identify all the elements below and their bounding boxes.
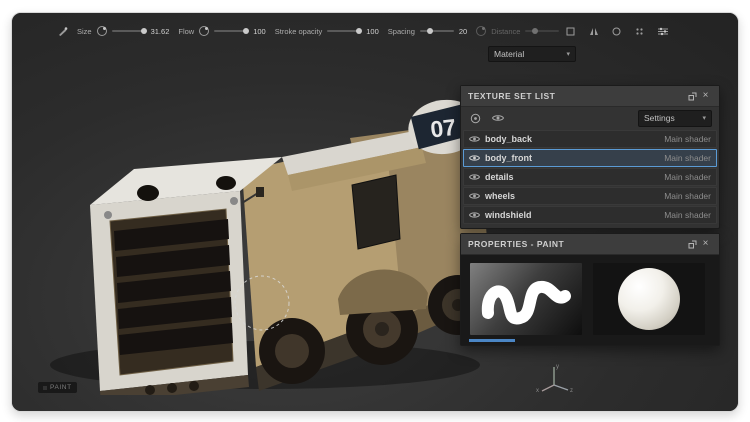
spacing-value[interactable]: 20: [459, 27, 467, 36]
headlight: [230, 197, 238, 205]
eye-icon[interactable]: [469, 187, 480, 205]
texture-set-rows: body_back Main shader body_front Main sh…: [461, 130, 719, 228]
close-panel-icon[interactable]: ×: [699, 238, 712, 251]
flow-label: Flow: [178, 27, 194, 36]
texture-set-toolbar: Settings ▾: [461, 107, 719, 129]
truck-model[interactable]: 07: [30, 43, 500, 395]
distance-field[interactable]: Distance: [476, 26, 564, 36]
distance-slider[interactable]: [525, 30, 559, 32]
axis-gizmo: y x z: [532, 359, 576, 393]
texture-set-name: wheels: [485, 191, 659, 201]
status-label: PAINT: [50, 384, 72, 391]
brush-toolbar: Size 31.62 Flow 100 Stroke opacity 100 S…: [58, 21, 564, 41]
properties-paint-panel: PROPERTIES - PAINT ×: [460, 233, 720, 346]
texture-set-name: details: [485, 172, 659, 182]
spacing-field[interactable]: Spacing 20: [388, 27, 467, 36]
headlight: [104, 211, 112, 219]
settings-label: Settings: [644, 113, 675, 123]
panel-title: PROPERTIES - PAINT: [468, 239, 686, 249]
axis-label-y: y: [556, 364, 559, 370]
spacing-label: Spacing: [388, 27, 415, 36]
stroke-opacity-label: Stroke opacity: [275, 27, 323, 36]
eye-icon[interactable]: [469, 168, 480, 186]
brush-stroke-preview[interactable]: [470, 263, 582, 335]
stroke-opacity-value[interactable]: 100: [366, 27, 379, 36]
eye-icon[interactable]: [469, 149, 480, 167]
size-slider[interactable]: [112, 30, 146, 32]
properties-header: PROPERTIES - PAINT ×: [461, 234, 719, 255]
texture-set-name: body_back: [485, 134, 659, 144]
texture-set-row-wheels[interactable]: wheels Main shader: [463, 187, 717, 205]
material-dropdown-label: Material: [494, 49, 524, 59]
spacing-slider[interactable]: [420, 30, 454, 32]
size-value[interactable]: 31.62: [151, 27, 170, 36]
eye-icon[interactable]: [469, 206, 480, 224]
shader-ball: [618, 268, 680, 330]
close-panel-icon[interactable]: ×: [699, 90, 712, 103]
shader-label: Main shader: [664, 191, 711, 201]
bumper-detail: [189, 381, 199, 391]
texture-set-list-header: TEXTURE SET LIST ×: [461, 86, 719, 107]
stencil-icon[interactable]: [564, 25, 577, 37]
size-label: Size: [77, 27, 92, 36]
flow-dial[interactable]: [199, 26, 209, 36]
decal-number: 07: [429, 114, 458, 143]
material-sphere-preview[interactable]: [593, 263, 705, 335]
texture-set-row-windshield[interactable]: windshield Main shader: [463, 206, 717, 224]
symmetry-icon[interactable]: [587, 25, 600, 37]
visibility-toggle-icon[interactable]: [491, 112, 505, 125]
bumper-detail: [145, 385, 155, 395]
shader-label: Main shader: [664, 172, 711, 182]
flow-field[interactable]: Flow 100: [178, 26, 265, 36]
stroke-opacity-field[interactable]: Stroke opacity 100: [275, 27, 379, 36]
horizontal-scrollbar[interactable]: [469, 339, 515, 342]
mid-wheel-hub: [375, 322, 389, 336]
size-field[interactable]: Size 31.62: [77, 26, 169, 36]
roof-pod: [137, 185, 159, 201]
shader-label: Main shader: [664, 210, 711, 220]
chevron-down-icon: ▾: [702, 114, 706, 122]
side-mirror: [256, 187, 264, 197]
bumper-detail: [167, 383, 177, 393]
float-panel-icon[interactable]: [686, 90, 699, 103]
brush-previews: [461, 255, 719, 345]
texture-set-row-body-back[interactable]: body_back Main shader: [463, 130, 717, 148]
front-wheel-rim: [275, 334, 309, 368]
flow-slider[interactable]: [214, 30, 248, 32]
size-dial[interactable]: [97, 26, 107, 36]
stroke-opacity-slider[interactable]: [327, 30, 361, 32]
chevron-down-icon: ▾: [566, 50, 570, 58]
distance-dial[interactable]: [476, 26, 486, 36]
roof-pod: [216, 176, 236, 190]
shader-label: Main shader: [664, 134, 711, 144]
display-settings-icon[interactable]: [656, 25, 669, 37]
float-panel-icon[interactable]: [686, 238, 699, 251]
cab-window: [352, 175, 400, 249]
grid-icon[interactable]: [633, 25, 646, 37]
axis-label-x: x: [536, 388, 539, 393]
panel-title: TEXTURE SET LIST: [468, 91, 686, 101]
distance-label: Distance: [491, 27, 520, 36]
eye-icon[interactable]: [469, 130, 480, 148]
material-dropdown[interactable]: Material ▾: [488, 46, 576, 62]
app-window: 07 PAINT y x z Size 31.62: [11, 12, 739, 412]
texture-set-row-details[interactable]: details Main shader: [463, 168, 717, 186]
texture-set-list-panel: TEXTURE SET LIST × Settings ▾ body_back: [460, 85, 720, 229]
texture-set-name: windshield: [485, 210, 659, 220]
shader-label: Main shader: [664, 153, 711, 163]
falloff-icon[interactable]: [610, 25, 623, 37]
texture-set-name: body_front: [485, 153, 659, 163]
solo-material-icon[interactable]: [468, 112, 482, 125]
status-chip: PAINT: [38, 382, 77, 393]
flow-value[interactable]: 100: [253, 27, 266, 36]
axis-label-z: z: [570, 388, 573, 393]
texture-set-row-body-front[interactable]: body_front Main shader: [463, 149, 717, 167]
status-icon: [43, 386, 47, 390]
viewport-toolbar-icons: [564, 25, 669, 37]
settings-dropdown[interactable]: Settings ▾: [638, 110, 712, 127]
brush-tool-icon[interactable]: [58, 26, 68, 36]
